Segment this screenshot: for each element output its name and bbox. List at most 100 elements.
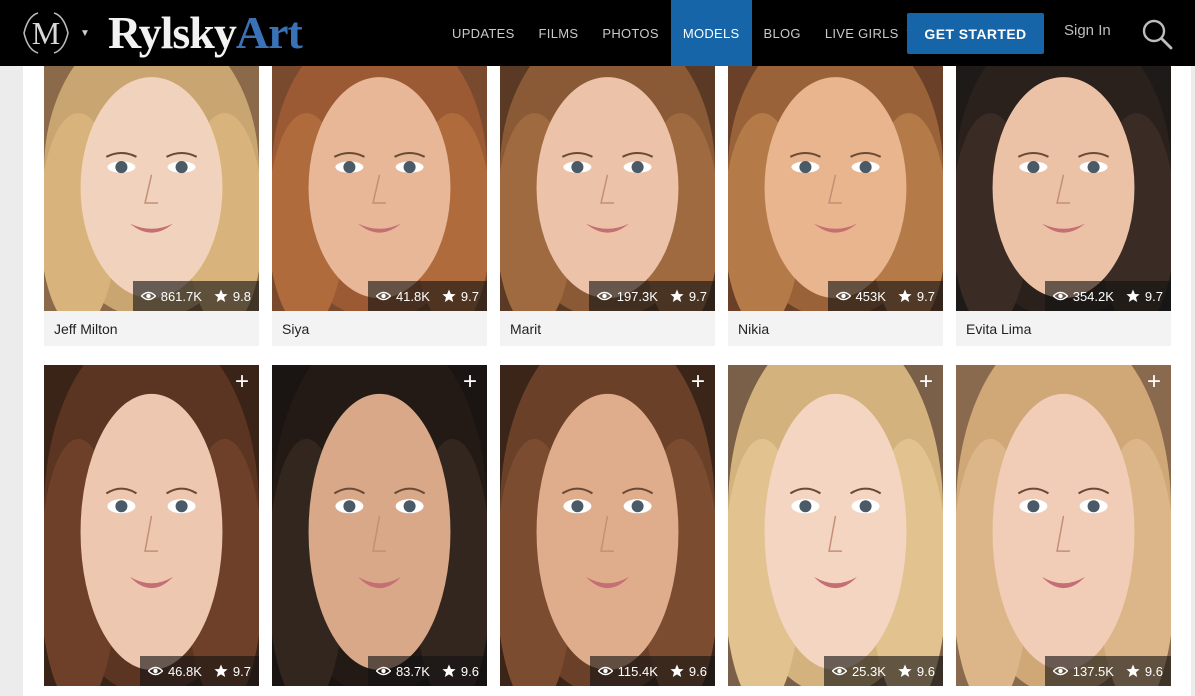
plus-icon[interactable]: +	[687, 370, 709, 394]
plus-icon[interactable]: +	[915, 370, 937, 394]
views-count: 41.8K	[395, 288, 430, 304]
views-stat: 354.2K	[1052, 289, 1114, 304]
model-card[interactable]: 354.2K 9.7 Evita Lima	[956, 66, 1171, 346]
star-icon	[1126, 664, 1140, 677]
portrait-image	[500, 66, 715, 311]
get-started-button[interactable]: GET STARTED	[907, 13, 1044, 54]
eye-icon	[1052, 291, 1068, 301]
model-card[interactable]: + 25.3K 9.6	[728, 365, 943, 686]
model-card[interactable]: + 115.4K 9.6	[500, 365, 715, 686]
views-stat: 46.8K	[147, 664, 202, 679]
portrait-image	[728, 365, 943, 686]
models-grid: 861.7K 9.8 Jeff Milton 41.8K 9.7 Siya 19…	[23, 66, 1191, 696]
portrait-image	[728, 66, 943, 311]
model-name[interactable]: Evita Lima	[956, 311, 1171, 346]
model-card[interactable]: 861.7K 9.8 Jeff Milton	[44, 66, 259, 346]
main-nav: UPDATES FILMS PHOTOS MODELS BLOG LIVE GI…	[440, 0, 927, 66]
portrait-image	[956, 365, 1171, 686]
model-photo[interactable]: 41.8K 9.7	[272, 66, 487, 311]
star-icon	[1126, 289, 1140, 302]
model-card[interactable]: 41.8K 9.7 Siya	[272, 66, 487, 346]
model-card[interactable]: + 83.7K 9.6	[272, 365, 487, 686]
model-stats: 354.2K 9.7	[1044, 281, 1171, 311]
model-stats: 453K 9.7	[827, 281, 943, 311]
views-count: 83.7K	[395, 663, 430, 679]
model-stats: 46.8K 9.7	[139, 656, 259, 686]
top-navigation-bar: M ▼ Rylsky Art UPDATES FILMS PHOTOS MODEL…	[0, 0, 1195, 66]
star-icon	[442, 289, 456, 302]
views-count: 453K	[855, 288, 886, 304]
plus-icon[interactable]: +	[231, 370, 253, 394]
model-card[interactable]: 453K 9.7 Nikia	[728, 66, 943, 346]
portrait-image	[272, 66, 487, 311]
model-name-label: Siya	[282, 320, 310, 337]
brand-logo[interactable]: Rylsky Art	[108, 4, 303, 60]
nav-models[interactable]: MODELS	[670, 0, 752, 66]
views-count: 137.5K	[1072, 663, 1114, 679]
model-name[interactable]: Nikia	[728, 311, 943, 346]
views-stat: 83.7K	[375, 663, 430, 679]
model-photo[interactable]: + 115.4K 9.6	[500, 365, 715, 686]
rating-value: 9.6	[460, 663, 479, 679]
model-photo[interactable]: 861.7K 9.8	[44, 66, 259, 311]
model-stats: 137.5K 9.6	[1044, 656, 1171, 686]
star-icon	[898, 664, 912, 677]
nav-updates[interactable]: UPDATES	[440, 0, 527, 66]
views-count: 197.3K	[616, 288, 658, 304]
model-stats: 25.3K 9.6	[823, 656, 943, 686]
model-name[interactable]: Jeff Milton	[44, 311, 259, 346]
nav-updates-label: UPDATES	[452, 25, 515, 41]
portrait-image	[956, 66, 1171, 311]
model-stats: 83.7K 9.6	[367, 656, 487, 686]
plus-icon[interactable]: +	[1143, 370, 1165, 394]
model-photo[interactable]: 354.2K 9.7	[956, 66, 1171, 311]
nav-films[interactable]: FILMS	[527, 0, 591, 66]
model-name[interactable]: Marit	[500, 311, 715, 346]
plus-icon[interactable]: +	[459, 370, 481, 394]
site-switcher[interactable]: M ▼	[14, 8, 98, 58]
views-stat: 137.5K	[1052, 663, 1114, 679]
sign-in-link[interactable]: Sign In	[1064, 22, 1111, 39]
model-card[interactable]: + 137.5K 9.6	[956, 365, 1171, 686]
model-name-label: Evita Lima	[966, 320, 1032, 337]
model-photo[interactable]: 453K 9.7	[728, 66, 943, 311]
views-stat: 25.3K	[831, 663, 886, 679]
site-logo-letter: M	[32, 15, 60, 51]
eye-icon	[1052, 666, 1068, 676]
rating-value: 9.7	[460, 288, 479, 304]
rating-stat: 9.7	[442, 289, 479, 304]
star-icon	[214, 289, 228, 302]
sign-in-label: Sign In	[1064, 22, 1111, 39]
star-icon	[214, 664, 228, 677]
brand-name-part2: Art	[235, 6, 303, 58]
nav-photos[interactable]: PHOTOS	[590, 0, 670, 66]
model-card[interactable]: 197.3K 9.7 Marit	[500, 66, 715, 346]
model-stats: 41.8K 9.7	[367, 281, 487, 311]
rating-value: 9.7	[688, 288, 707, 304]
model-stats: 861.7K 9.8	[132, 281, 259, 311]
model-card[interactable]: + 46.8K 9.7	[44, 365, 259, 686]
star-icon	[442, 664, 456, 677]
portrait-image	[44, 66, 259, 311]
views-stat: 197.3K	[596, 288, 658, 304]
model-name-label: Marit	[510, 320, 542, 337]
search-icon[interactable]	[1140, 17, 1174, 51]
model-name-label: Jeff Milton	[54, 320, 118, 337]
nav-blog[interactable]: BLOG	[752, 0, 813, 66]
views-count: 25.3K	[851, 663, 886, 679]
brand-name-part1: Rylsky	[108, 6, 237, 58]
rating-stat: 9.7	[898, 289, 935, 304]
model-photo[interactable]: + 25.3K 9.6	[728, 365, 943, 686]
eye-icon	[831, 666, 847, 676]
model-photo[interactable]: + 137.5K 9.6	[956, 365, 1171, 686]
model-name[interactable]: Siya	[272, 311, 487, 346]
model-photo[interactable]: 197.3K 9.7	[500, 66, 715, 311]
eye-icon	[596, 291, 612, 301]
nav-films-label: FILMS	[538, 25, 579, 41]
caret-down-icon: ▼	[80, 27, 90, 39]
model-photo[interactable]: + 46.8K 9.7	[44, 365, 259, 686]
star-icon	[670, 289, 684, 302]
model-photo[interactable]: + 83.7K 9.6	[272, 365, 487, 686]
views-stat: 41.8K	[375, 288, 430, 304]
model-stats: 115.4K 9.6	[589, 656, 715, 686]
